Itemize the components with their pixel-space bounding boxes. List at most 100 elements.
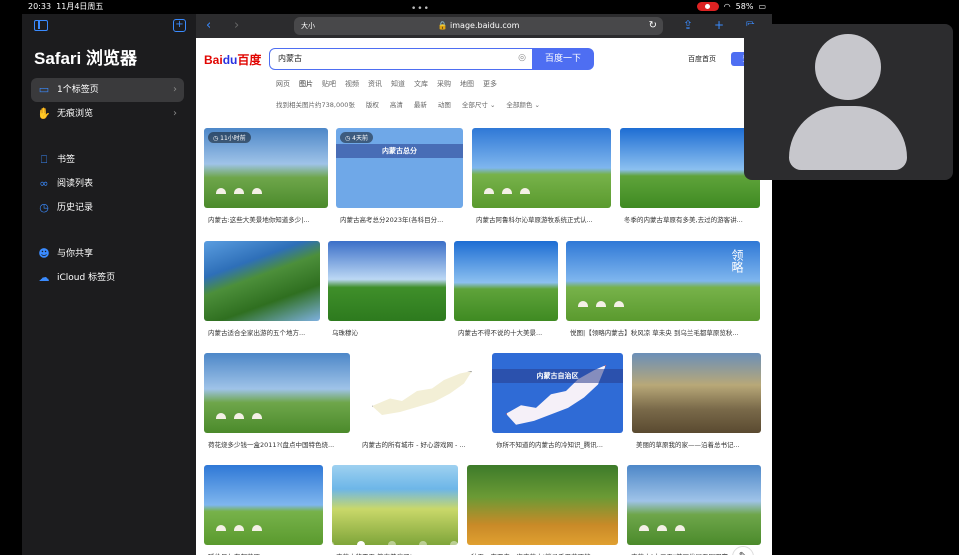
address-bar[interactable]: 大小 🔒 image.baidu.com ↻ xyxy=(294,17,663,35)
baidu-home-link[interactable]: 百度首页 xyxy=(688,54,716,64)
sidebar-item-label: 阅读列表 xyxy=(57,179,94,189)
page-dot[interactable] xyxy=(450,541,458,549)
tab-video[interactable]: 视频 xyxy=(345,79,359,89)
result-caption[interactable]: 内蒙古:这些大美景地你知道多少|... xyxy=(208,214,326,224)
sidebar-item-reading-list[interactable]: ∞ 阅读列表 xyxy=(31,172,184,196)
tab-map[interactable]: 地图 xyxy=(460,79,474,89)
result-caption[interactable]: 悦图|【领略内蒙古】秋风凉 草未央 到乌兰毛都草原览秋... xyxy=(570,327,758,337)
sidebar-item-label: 无痕浏览 xyxy=(57,109,94,119)
filter-bar: 找到相关图片约738,000张 版权 高清 最新 动图 全部尺寸 ⌄ 全部颜色 … xyxy=(276,99,540,109)
result-image[interactable] xyxy=(204,353,350,433)
yurt-shape xyxy=(657,525,667,531)
result-image[interactable] xyxy=(467,465,618,545)
new-tab-icon[interactable]: + xyxy=(714,18,724,32)
page-dot[interactable] xyxy=(419,541,427,549)
markup-pen-icon[interactable]: ✎ xyxy=(732,546,754,555)
result-image[interactable] xyxy=(620,128,760,208)
result-caption[interactable]: 乌珠穆沁 xyxy=(332,327,444,337)
page-dot[interactable] xyxy=(326,541,334,549)
tab-news[interactable]: 资讯 xyxy=(368,79,382,89)
sidebar-item-tabs[interactable]: ▭ 1个标签页 › xyxy=(31,78,184,102)
yurt-shape xyxy=(252,525,262,531)
status-time-date: 20:33 11月4日周五 xyxy=(28,0,103,13)
sidebar-title: Safari 浏览器 xyxy=(34,49,137,68)
filter-latest[interactable]: 最新 xyxy=(414,99,427,109)
sidebar-item-icloud-tabs[interactable]: ☁ iCloud 标签页 xyxy=(31,266,184,290)
share-icon[interactable]: ⇪ xyxy=(683,18,693,32)
reload-icon[interactable]: ↻ xyxy=(649,17,657,35)
result-caption[interactable]: 内蒙古的夏天,简直美疯了! xyxy=(336,551,456,555)
result-caption[interactable]: 内蒙古高考总分2023年(各科目分... xyxy=(340,214,461,224)
filter-animated[interactable]: 动图 xyxy=(438,99,451,109)
glasses-icon: ∞ xyxy=(39,177,49,190)
sidebar-toolbar: + xyxy=(22,14,196,40)
tab-images[interactable]: 图片 xyxy=(299,79,313,89)
back-icon[interactable]: ‹ xyxy=(206,18,211,33)
tab-zhidao[interactable]: 知道 xyxy=(391,79,405,89)
result-image[interactable]: 内蒙古自治区 xyxy=(492,353,623,433)
video-call-pip[interactable] xyxy=(744,24,953,180)
battery-icon: ▭ xyxy=(758,2,766,11)
filter-color[interactable]: 全部颜色 ⌄ xyxy=(506,99,540,109)
result-image[interactable] xyxy=(204,241,320,321)
tab-wenku[interactable]: 文库 xyxy=(414,79,428,89)
search-tabs: 网页 图片 贴吧 视频 资讯 知道 文库 采购 地图 更多 xyxy=(276,79,497,89)
yurt-shape xyxy=(216,188,226,194)
sidebar-item-shared[interactable]: ☻ 与你共享 xyxy=(31,242,184,266)
browser-window: ‹ › 大小 🔒 image.baidu.com ↻ ⇪ + ⧉ Baidu百度… xyxy=(196,14,772,555)
sidebar-toggle-icon[interactable] xyxy=(34,20,48,31)
result-caption[interactable]: 内蒙古阿鲁科尔沁草原游牧系统正式认... xyxy=(476,214,609,224)
filter-copyright[interactable]: 版权 xyxy=(366,99,379,109)
result-image[interactable] xyxy=(358,353,484,433)
time-badge: ◷ 11小时前 xyxy=(208,132,251,143)
search-button[interactable]: 百度一下 xyxy=(532,48,594,70)
status-date: 11月4日周五 xyxy=(56,2,104,11)
camera-icon[interactable]: ◎ xyxy=(518,49,526,68)
result-image[interactable] xyxy=(627,465,761,545)
filter-hd[interactable]: 高清 xyxy=(390,99,403,109)
forward-icon[interactable]: › xyxy=(234,18,239,33)
logo-paw: du xyxy=(222,53,238,67)
tab-caigou[interactable]: 采购 xyxy=(437,79,451,89)
status-right: ◠ 58% ▭ xyxy=(696,0,766,13)
tab-tieba[interactable]: 贴吧 xyxy=(322,79,336,89)
result-caption[interactable]: 内蒙古适合全家出游的五个地方... xyxy=(208,327,318,337)
page-dot[interactable] xyxy=(357,541,365,549)
result-caption[interactable]: 美丽的草原我的家——沿着总书记... xyxy=(636,439,759,449)
result-image[interactable]: 领略 xyxy=(566,241,760,321)
result-image[interactable] xyxy=(332,465,458,545)
filter-size[interactable]: 全部尺寸 ⌄ xyxy=(462,99,496,109)
sidebar-item-history[interactable]: ◷ 历史记录 xyxy=(31,196,184,220)
sidebar-item-bookmarks[interactable]: ⎕ 书签 xyxy=(31,148,184,172)
result-image[interactable] xyxy=(454,241,558,321)
tab-web[interactable]: 网页 xyxy=(276,79,290,89)
result-caption[interactable]: 你所不知道的内蒙古的冷知识_腾讯... xyxy=(496,439,621,449)
result-caption[interactable]: 秋天一定要去一次内蒙古!躺寻千里草原的... xyxy=(471,551,616,555)
result-caption[interactable]: 冬季的内蒙古草原有多美,去过的游客讲... xyxy=(624,214,758,224)
result-image[interactable]: 内蒙古总分 ◷ 4天前 xyxy=(336,128,463,208)
result-caption[interactable]: 呼伦贝尔东部草原 xyxy=(208,551,321,555)
image-overlay-text: 领略 xyxy=(730,249,744,273)
sidebar-item-private[interactable]: ✋ 无痕浏览 › xyxy=(31,102,184,126)
search-value: 内蒙古 xyxy=(278,54,302,63)
result-image[interactable] xyxy=(632,353,761,433)
result-caption[interactable]: 内蒙古的所有城市 - 好心游戏网 - ... xyxy=(362,439,482,449)
clock-icon: ◷ xyxy=(39,201,49,214)
page-dot[interactable] xyxy=(388,541,396,549)
result-image[interactable]: ◷ 11小时前 xyxy=(204,128,328,208)
baidu-logo[interactable]: Baidu百度 xyxy=(204,51,261,68)
tab-icon: ▭ xyxy=(38,83,50,96)
result-image[interactable] xyxy=(328,241,446,321)
search-input[interactable]: 内蒙古 ◎ xyxy=(269,48,533,70)
result-caption[interactable]: 荷花烧多少钱一盒2011?(盘点中国特色烧... xyxy=(208,439,348,449)
page-dots xyxy=(326,541,458,549)
yurt-shape xyxy=(520,188,530,194)
result-image[interactable] xyxy=(472,128,611,208)
yurt-shape xyxy=(675,525,685,531)
result-image[interactable] xyxy=(204,465,323,545)
yurt-shape xyxy=(484,188,494,194)
tab-more[interactable]: 更多 xyxy=(483,79,497,89)
new-tab-group-icon[interactable]: + xyxy=(173,19,186,32)
avatar-head-icon xyxy=(815,34,881,100)
result-caption[interactable]: 内蒙古不得不说的十大美景... xyxy=(458,327,556,337)
